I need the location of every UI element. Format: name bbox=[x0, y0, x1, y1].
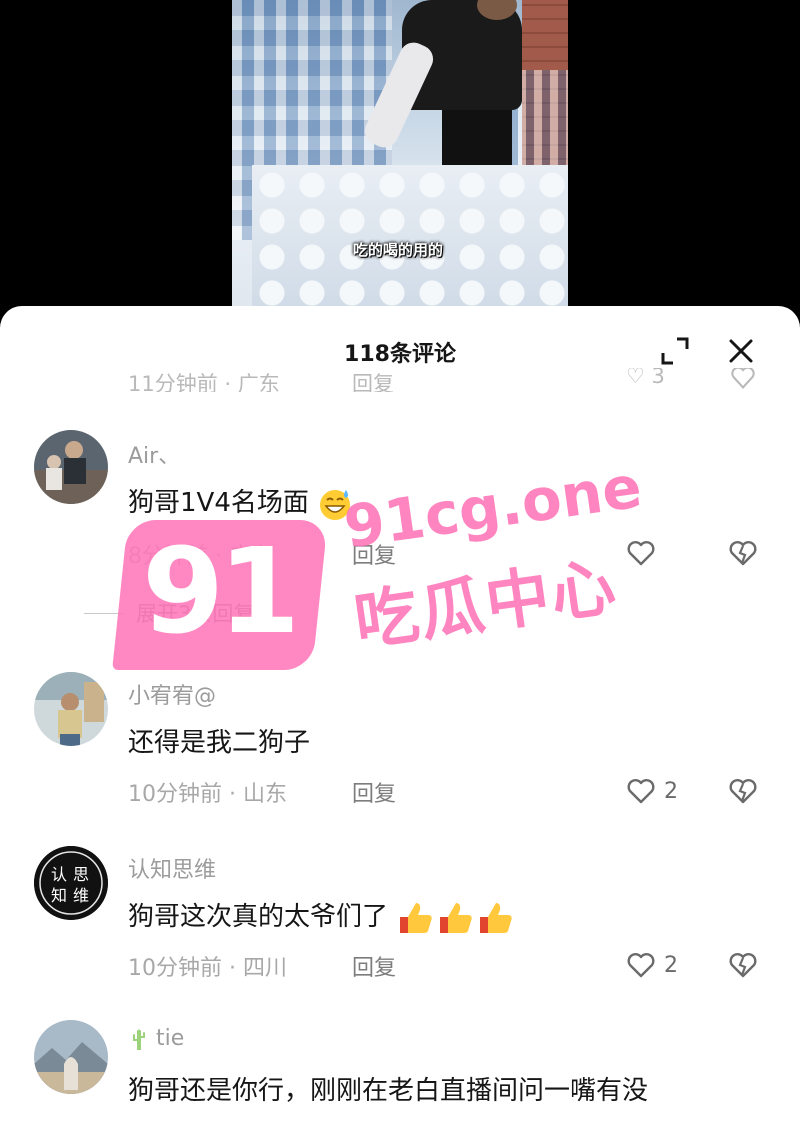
broken-heart-icon[interactable] bbox=[728, 950, 758, 980]
heart-icon bbox=[627, 779, 655, 804]
reply-button[interactable]: 回复 bbox=[352, 776, 396, 808]
comment-sheet: 118条评论 11分钟前 · 广东 回复 ♡ 3 Air、 狗哥1V4名场面 8… bbox=[0, 306, 800, 1121]
clipped-reply-button[interactable]: 回复 bbox=[352, 368, 394, 392]
divider-line bbox=[84, 612, 124, 614]
clipped-comment-meta: 11分钟前 · 广东 回复 ♡ 3 bbox=[0, 368, 800, 392]
thumbs-up-emoji bbox=[400, 902, 512, 933]
comment-time-location: 10分钟前 · 山东 bbox=[128, 782, 287, 807]
broken-heart-icon[interactable] bbox=[728, 538, 758, 568]
avatar[interactable] bbox=[34, 430, 108, 504]
avatar[interactable] bbox=[34, 1020, 108, 1094]
clipped-like-count: 3 bbox=[651, 368, 665, 388]
clipped-time-location: 11分钟前 · 广东 bbox=[128, 372, 280, 392]
grinning-sweat-emoji bbox=[320, 489, 351, 520]
heart-icon bbox=[627, 541, 655, 566]
broken-heart-icon[interactable] bbox=[728, 776, 758, 806]
like-button[interactable]: 2 bbox=[626, 776, 678, 806]
comment-sheet-header: 118条评论 11分钟前 · 广东 回复 ♡ 3 bbox=[0, 306, 800, 392]
avatar-char: 知 bbox=[51, 886, 67, 905]
avatar-char: 维 bbox=[73, 886, 89, 905]
avatar[interactable] bbox=[34, 672, 108, 746]
like-button[interactable] bbox=[626, 538, 664, 568]
comment-username[interactable]: Air、 bbox=[128, 438, 180, 470]
heart-icon bbox=[627, 953, 655, 978]
video-frame bbox=[232, 0, 568, 320]
chevron-down-icon bbox=[258, 609, 273, 618]
expand-replies-button[interactable]: 展开3条回复 bbox=[84, 598, 276, 628]
clipped-dislike-icon[interactable] bbox=[730, 368, 756, 390]
comment-time-location: 8分钟前 · 广东 bbox=[128, 544, 273, 569]
video-subtitle: 吃的喝的用的 bbox=[353, 241, 444, 259]
like-count: 2 bbox=[664, 778, 678, 804]
video-player[interactable]: 吃的喝的用的 bbox=[0, 0, 800, 320]
comment-username[interactable]: 小宥宥@ bbox=[128, 678, 216, 710]
comment-username-text: tie bbox=[156, 1026, 185, 1051]
reply-button[interactable]: 回复 bbox=[352, 538, 396, 570]
comment-text: 狗哥还是你行，刚刚在老白直播间问一嘴有没 bbox=[128, 1076, 649, 1106]
cactus-icon bbox=[133, 1029, 145, 1050]
avatar-char: 认 bbox=[51, 865, 67, 884]
comment-text: 狗哥这次真的太爷们了 bbox=[128, 896, 516, 937]
comment-time-location: 10分钟前 · 四川 bbox=[128, 956, 287, 981]
close-icon[interactable] bbox=[726, 336, 756, 366]
like-count: 2 bbox=[664, 952, 678, 978]
reply-button[interactable]: 回复 bbox=[352, 950, 396, 982]
avatar-char: 思 bbox=[73, 865, 89, 884]
comment-username[interactable]: tie bbox=[128, 1026, 184, 1051]
expand-icon[interactable] bbox=[660, 336, 690, 366]
comment-text: 狗哥1V4名场面 bbox=[128, 482, 353, 522]
clipped-like-group[interactable]: ♡ 3 bbox=[626, 368, 665, 388]
expand-replies-label: 展开3条回复 bbox=[136, 602, 255, 626]
comment-item: 小宥宥@ 还得是我二狗子 10分钟前 · 山东 回复 2 bbox=[0, 668, 800, 818]
comment-item: Air、 狗哥1V4名场面 8分钟前 · 广东 回复 展开3条回复 bbox=[0, 426, 800, 626]
like-button[interactable]: 2 bbox=[626, 950, 678, 980]
comment-text-body: 狗哥1V4名场面 bbox=[128, 488, 309, 518]
comment-username[interactable]: 认知思维 bbox=[128, 852, 216, 884]
avatar[interactable]: 认 思 知 维 bbox=[34, 846, 108, 920]
comment-item: tie 狗哥还是你行，刚刚在老白直播间问一嘴有没 bbox=[0, 1018, 800, 1121]
comment-item: 认 思 知 维 认知思维 狗哥这次真的太爷们了 10分钟前 · 四川 回复 2 bbox=[0, 842, 800, 992]
comment-text-body: 狗哥这次真的太爷们了 bbox=[128, 902, 389, 932]
comment-text: 还得是我二狗子 bbox=[128, 728, 311, 758]
